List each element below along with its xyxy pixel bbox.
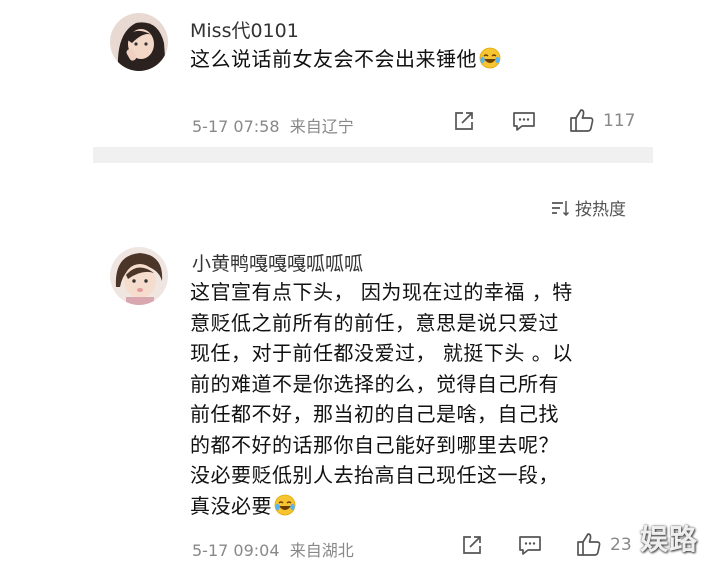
sort-label: 按热度 <box>575 200 626 220</box>
comment-text-line: 真没必要 <box>190 493 272 518</box>
username[interactable]: 小黄鸭嘎嘎嘎呱呱呱 <box>192 249 363 276</box>
share-icon <box>463 536 481 554</box>
avatar[interactable] <box>110 13 168 71</box>
comment-text: 这么说话前女友会不会出来锤他 <box>190 44 610 75</box>
share-button[interactable] <box>453 110 475 132</box>
comment-icon <box>513 112 535 131</box>
sort-by-hot-button[interactable]: 按热度 <box>551 195 626 220</box>
comment-text-line: 现任，对于前任都没爱过， 就挺下头 。以 <box>190 341 573 365</box>
comment-meta: 5-17 07:58 来自辽宁 <box>192 113 354 137</box>
sort-icon <box>552 200 569 216</box>
comment-text-line: 这么说话前女友会不会出来锤他 <box>190 47 477 71</box>
username[interactable]: Miss代0101 <box>190 16 299 43</box>
laugh-cry-emoji-icon <box>274 494 296 515</box>
comment-text-line: 没必要贬低别人去抬高自己现任这一段， <box>190 463 559 487</box>
share-button[interactable] <box>461 534 483 556</box>
thumbs-up-icon <box>570 109 594 132</box>
thumbs-up-icon <box>577 533 601 556</box>
section-divider <box>93 147 653 163</box>
comment-text-line: 前任都不好，那当初的自己是啥，自己找 <box>190 402 559 426</box>
comment-time: 5-17 09:04 <box>192 541 280 560</box>
share-icon <box>455 112 473 130</box>
comment-text-line: 前的难道不是你选择的么，觉得自己所有 <box>190 371 559 396</box>
comment-meta: 5-17 09:04 来自湖北 <box>192 537 354 561</box>
watermark: 娱路 <box>640 523 699 556</box>
comment-location: 来自湖北 <box>289 541 354 560</box>
comment-text-line: 的都不好的话那你自己能好到哪里去呢？ <box>190 432 559 457</box>
like-count: 23 <box>610 534 632 555</box>
comment-text-line-last: 真没必要 <box>190 491 650 522</box>
comment-time: 5-17 07:58 <box>192 117 280 136</box>
comment-text: 这官宣有点下头， 因为现在过的幸福 ，特 意贬低之前所有的前任，意思是说只爱过 … <box>190 277 650 521</box>
comment-location: 来自辽宁 <box>289 117 354 136</box>
comment-icon <box>519 536 541 555</box>
reply-button[interactable] <box>512 110 536 132</box>
comment-text-line: 意贬低之前所有的前任，意思是说只爱过 <box>190 310 559 335</box>
like-button[interactable]: 23 <box>576 532 632 557</box>
reply-button[interactable] <box>518 534 542 556</box>
avatar[interactable] <box>110 247 168 305</box>
like-button[interactable]: 117 <box>569 108 635 133</box>
comment-text-line: 这官宣有点下头， 因为现在过的幸福 ，特 <box>190 280 573 304</box>
laugh-cry-emoji-icon <box>479 47 501 69</box>
like-count: 117 <box>603 110 636 131</box>
